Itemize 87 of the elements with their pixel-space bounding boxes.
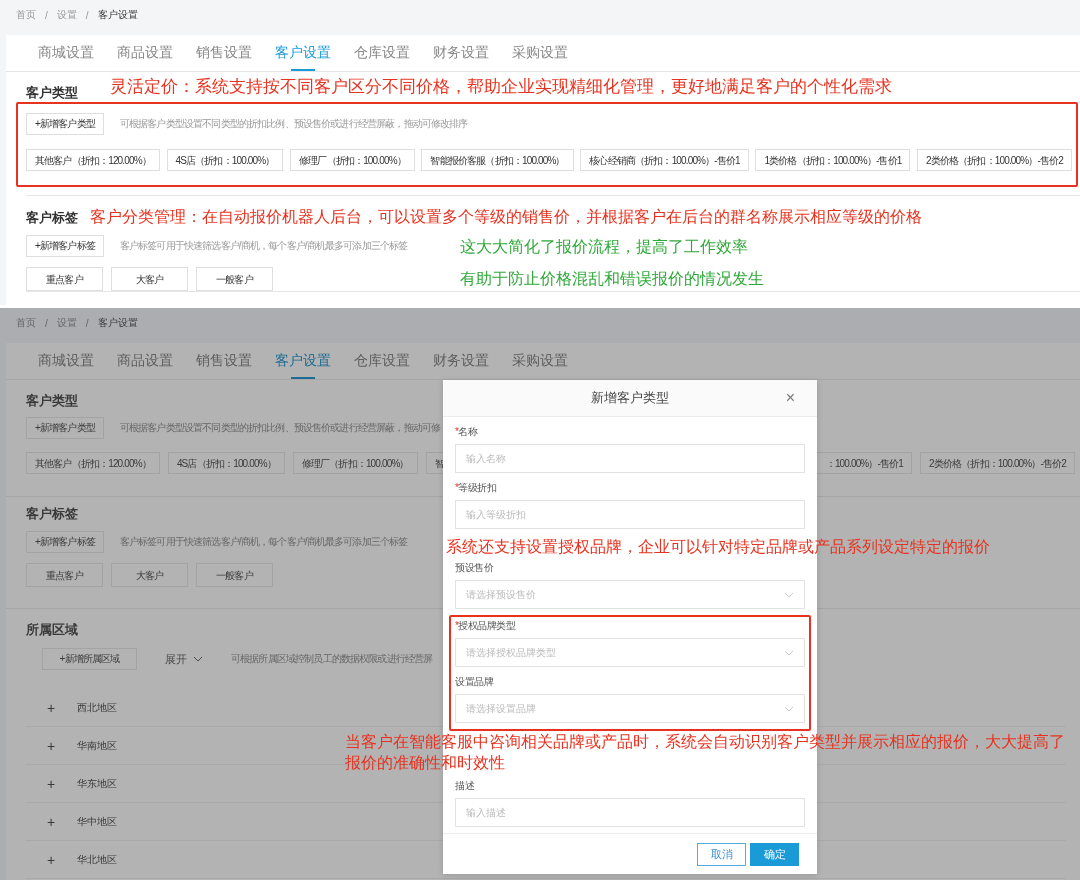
tab[interactable]: 仓库设置 <box>354 35 410 71</box>
tab[interactable]: 仓库设置 <box>354 343 410 379</box>
field-label: *名称 <box>455 425 478 439</box>
customer-type-tag[interactable]: 修理厂（折扣：100.00%） <box>290 149 415 171</box>
expand-toggle[interactable]: + <box>43 813 59 830</box>
input-field[interactable]: 输入描述 <box>455 798 805 827</box>
customer-tag[interactable]: 重点客户 <box>26 267 103 291</box>
chevron-down-icon <box>784 649 794 656</box>
annotation-text: 客户分类管理：在自动报价机器人后台，可以设置多个等级的销售价，并根据客户在后台的群名称展示相应等级的价格 <box>90 207 922 227</box>
add-button[interactable]: +新增客户类型 <box>26 113 104 135</box>
hint-text: 客户标签可用于快速筛选客户/商机，每个客户/商机最多可添加三个标签 <box>119 239 408 253</box>
expand-toggle[interactable]: + <box>43 775 59 792</box>
add-button[interactable]: +新增所属区域 <box>42 648 137 670</box>
dialog-title: 新增客户类型 <box>591 389 669 407</box>
section-title: 客户标签 <box>26 505 78 523</box>
customer-type-tag[interactable]: 智能报价客服（折扣：100.00%） <box>421 149 574 171</box>
customer-type-tag[interactable]: 2类价格（折扣：100.00%）-售价2 <box>917 149 1072 171</box>
breadcrumb-separator: / <box>85 9 89 21</box>
expand-toggle[interactable]: + <box>43 737 59 754</box>
add-button[interactable]: +新增客户标签 <box>26 531 104 553</box>
annotation-text: 灵活定价：系统支持按不同客户区分不同价格，帮助企业实现精细化管理，更好地满足客户的个性化需求 <box>110 76 892 96</box>
tab[interactable]: 商品设置 <box>117 343 173 379</box>
breadcrumb-separator: / <box>85 317 89 329</box>
customer-type-tag[interactable]: 核心经销商（折扣：100.00%）-售价1 <box>580 149 749 171</box>
customer-type-tag[interactable]: 其他客户（折扣：120.00%） <box>26 452 160 474</box>
field-label: *等级折扣 <box>455 481 497 495</box>
region-name: 华南地区 <box>77 738 117 753</box>
tab[interactable]: 销售设置 <box>196 343 252 379</box>
tab[interactable]: 客户设置 <box>275 35 331 71</box>
annotation-text: 系统还支持设置授权品牌，企业可以针对特定品牌或产品系列设定特定的报价 <box>446 537 990 557</box>
breadcrumb-link[interactable]: 首页 <box>16 8 36 22</box>
breadcrumb-link[interactable]: 设置 <box>56 8 77 22</box>
hint-text: 可根据客户类型设置不同类型的折扣比例、预设售价或进行经营屏蔽，拖动可修改排序 <box>119 117 468 131</box>
input-field[interactable]: 输入名称 <box>455 444 805 473</box>
chevron-down-icon <box>784 705 794 712</box>
field-label: 描述 <box>455 779 474 793</box>
breadcrumb-link[interactable]: 设置 <box>56 316 77 330</box>
chevron-down-icon <box>193 656 203 662</box>
breadcrumb-separator: / <box>45 9 48 21</box>
section-title: 所属区域 <box>26 621 78 639</box>
customer-type-tag[interactable]: 1类价格（折扣：100.00%）-售价1 <box>755 149 911 171</box>
customer-type-tag[interactable]: 其他客户（折扣：120.00%） <box>26 149 160 171</box>
field-label: 预设售价 <box>455 561 493 575</box>
annotation-text: 这大大简化了报价流程，提高了工作效率 <box>460 237 748 257</box>
tab[interactable]: 商城设置 <box>38 35 94 71</box>
breadcrumb-separator: / <box>45 317 48 329</box>
section-title: 客户类型 <box>26 392 78 410</box>
region-name: 华东地区 <box>77 776 117 791</box>
customer-tag[interactable]: 重点客户 <box>26 563 103 587</box>
field-label: 设置品牌 <box>455 675 493 689</box>
annotation-text: 当客户在智能客服中咨询相关品牌或产品时，系统会自动识别客户类型并展示相应的报价，大大提高了报价的准确性和时效性 <box>345 732 1066 773</box>
field-label: *授权品牌类型 <box>455 619 516 633</box>
region-name: 西北地区 <box>77 700 117 715</box>
close-button[interactable]: × <box>785 390 795 406</box>
section-title: 客户标签 <box>26 209 78 227</box>
customer-tag[interactable]: 一般客户 <box>196 267 273 291</box>
tab[interactable]: 客户设置 <box>275 343 331 379</box>
tab[interactable]: 商品设置 <box>117 35 173 71</box>
annotation-text: 有助于防止价格混乱和错误报价的情况发生 <box>460 269 764 289</box>
tab[interactable]: 商城设置 <box>38 343 94 379</box>
expand-toggle[interactable]: + <box>43 851 59 868</box>
customer-type-tag[interactable]: 4S店（折扣：100.00%） <box>167 452 285 474</box>
section-title: 客户类型 <box>26 84 78 102</box>
chevron-down-icon <box>784 591 794 598</box>
hint-text: 可根据所属区域控制员工的数据权限或进行经营屏 <box>231 652 433 666</box>
input-field[interactable]: 输入等级折扣 <box>455 500 805 529</box>
expand-toggle[interactable]: 展开 <box>165 651 203 667</box>
expand-toggle[interactable]: + <box>43 699 59 716</box>
region-name: 华中地区 <box>77 814 117 829</box>
customer-tag[interactable]: 大客户 <box>111 267 188 291</box>
tab[interactable]: 采购设置 <box>512 35 568 71</box>
add-button[interactable]: +新增客户类型 <box>26 417 104 439</box>
customer-tag[interactable]: 大客户 <box>111 563 188 587</box>
customer-tag[interactable]: 一般客户 <box>196 563 273 587</box>
tab[interactable]: 财务设置 <box>433 35 489 71</box>
tab[interactable]: 采购设置 <box>512 343 568 379</box>
hint-text: 客户标签可用于快速筛选客户/商机，每个客户/商机最多可添加三个标签 <box>119 535 408 549</box>
tab[interactable]: 销售设置 <box>196 35 252 71</box>
region-name: 华北地区 <box>77 852 117 867</box>
customer-type-tag[interactable]: 2类价格（折扣：100.00%）-售价2 <box>920 452 1075 474</box>
tab[interactable]: 财务设置 <box>433 343 489 379</box>
cancel-button[interactable]: 取消 <box>697 842 746 866</box>
hint-text: 可根据客户类型设置不同类型的折扣比例、预设售价或进行经营屏蔽，拖动可修 <box>119 421 441 435</box>
confirm-button[interactable]: 确定 <box>750 842 799 866</box>
add-button[interactable]: +新增客户标签 <box>26 235 104 257</box>
customer-type-tag[interactable]: 修理厂（折扣：100.00%） <box>292 452 418 474</box>
customer-type-tag[interactable]: 4S店（折扣：100.00%） <box>166 149 284 171</box>
